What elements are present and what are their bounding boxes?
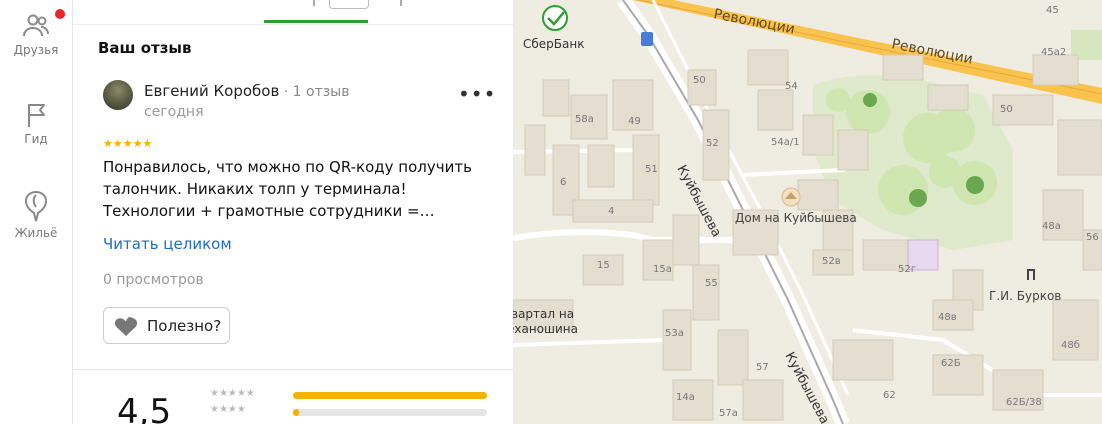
rating-stars: ★★★★★ — [103, 137, 153, 150]
distribution-fill — [293, 392, 487, 399]
distribution-stars-5: ★★★★★ — [210, 388, 255, 399]
review-date: сегодня — [144, 104, 204, 120]
building-number: 50 — [1000, 104, 1013, 115]
section-title: Ваш отзыв — [98, 39, 192, 57]
sberbank-logo-icon — [542, 5, 568, 31]
building-number: 51 — [645, 164, 658, 175]
poi-monument-label: Г.И. Бурков — [989, 289, 1061, 303]
housing-icon — [0, 189, 72, 223]
avatar[interactable] — [103, 80, 133, 110]
building-number: 53а — [665, 328, 684, 339]
poi-bank-label: СберБанк — [523, 37, 584, 51]
building-number: 57а — [719, 408, 738, 419]
distribution-bar-5 — [293, 392, 487, 399]
building-number: 52в — [822, 256, 841, 267]
building-number: 49 — [628, 116, 641, 127]
building-number: 14а — [676, 392, 695, 403]
monument-icon — [1023, 266, 1039, 282]
building-number: 56 — [1086, 232, 1099, 243]
housing-label: Жильё — [14, 226, 58, 240]
review-author[interactable]: Евгений Коробов · 1 отзыв — [144, 82, 349, 100]
building-number: 55 — [705, 278, 718, 289]
useful-label: Полезно? — [147, 317, 222, 335]
quarter-label-2: еханошина — [513, 322, 578, 336]
rail-guide[interactable]: Гид — [0, 101, 72, 146]
map-view[interactable]: СберБанк Дом на Куйбышева Г.И. Бурков Ре… — [513, 0, 1102, 424]
transit-stop-icon — [641, 32, 653, 46]
distribution-stars-4: ★★★★ — [210, 404, 246, 415]
building-number: 48в — [938, 312, 957, 323]
review-panel: Ваш отзыв Евгений Коробов · 1 отзыв сего… — [73, 0, 513, 424]
active-tab-underline — [264, 20, 368, 23]
view-count: 0 просмотров — [103, 272, 204, 288]
building-number: 48а — [1042, 221, 1061, 232]
heart-icon — [114, 317, 138, 341]
distribution-bar-4 — [293, 409, 487, 416]
useful-button[interactable]: Полезно? — [103, 307, 230, 344]
building-number: 45 — [1046, 5, 1059, 16]
building-number: 52 — [706, 138, 719, 149]
tab-edge — [313, 0, 315, 6]
building-number: 52г — [898, 264, 916, 275]
building-number: 15а — [653, 264, 672, 275]
friends-label: Друзья — [13, 43, 59, 57]
building-number: 62Б/38 — [1006, 397, 1042, 408]
building-number: 62Б — [941, 358, 961, 369]
building-number: 54а/1 — [771, 137, 800, 148]
flag-icon — [0, 101, 72, 129]
quarter-label-1: вартал на — [513, 307, 574, 321]
author-name[interactable]: Евгений Коробов — [144, 82, 279, 100]
building-number: 6 — [560, 177, 566, 188]
panel-tabs — [73, 0, 513, 25]
building-number: 57 — [756, 362, 769, 373]
notification-dot — [55, 9, 65, 19]
building-number: 48б — [1061, 340, 1080, 351]
guide-label: Гид — [24, 132, 48, 146]
review-text: Понравилось, что можно по QR-коду получи… — [103, 158, 472, 220]
tab-chip[interactable] — [329, 0, 369, 9]
author-separator: · — [279, 84, 293, 100]
building-number: 62 — [883, 390, 896, 401]
overall-rating: 4,5 — [117, 392, 172, 424]
rail-friends[interactable]: Друзья — [0, 9, 72, 57]
building-number: 45а2 — [1041, 47, 1066, 58]
building-number: 54 — [785, 81, 798, 92]
building-number: 58а — [575, 114, 594, 125]
tab-edge — [400, 0, 402, 6]
author-review-count: 1 отзыв — [292, 84, 350, 100]
more-options-icon[interactable]: ••• — [458, 84, 496, 104]
building-number: 50 — [693, 75, 706, 86]
building-number: 4 — [608, 206, 614, 217]
distribution-fill — [293, 409, 299, 416]
poi-house-label: Дом на Куйбышева — [735, 211, 857, 225]
side-rail: Друзья Гид Жильё — [0, 0, 73, 424]
divider — [73, 369, 513, 370]
rail-housing[interactable]: Жильё — [0, 189, 72, 240]
building-number: 15 — [597, 260, 610, 271]
read-more-link[interactable]: Читать целиком — [103, 235, 232, 253]
